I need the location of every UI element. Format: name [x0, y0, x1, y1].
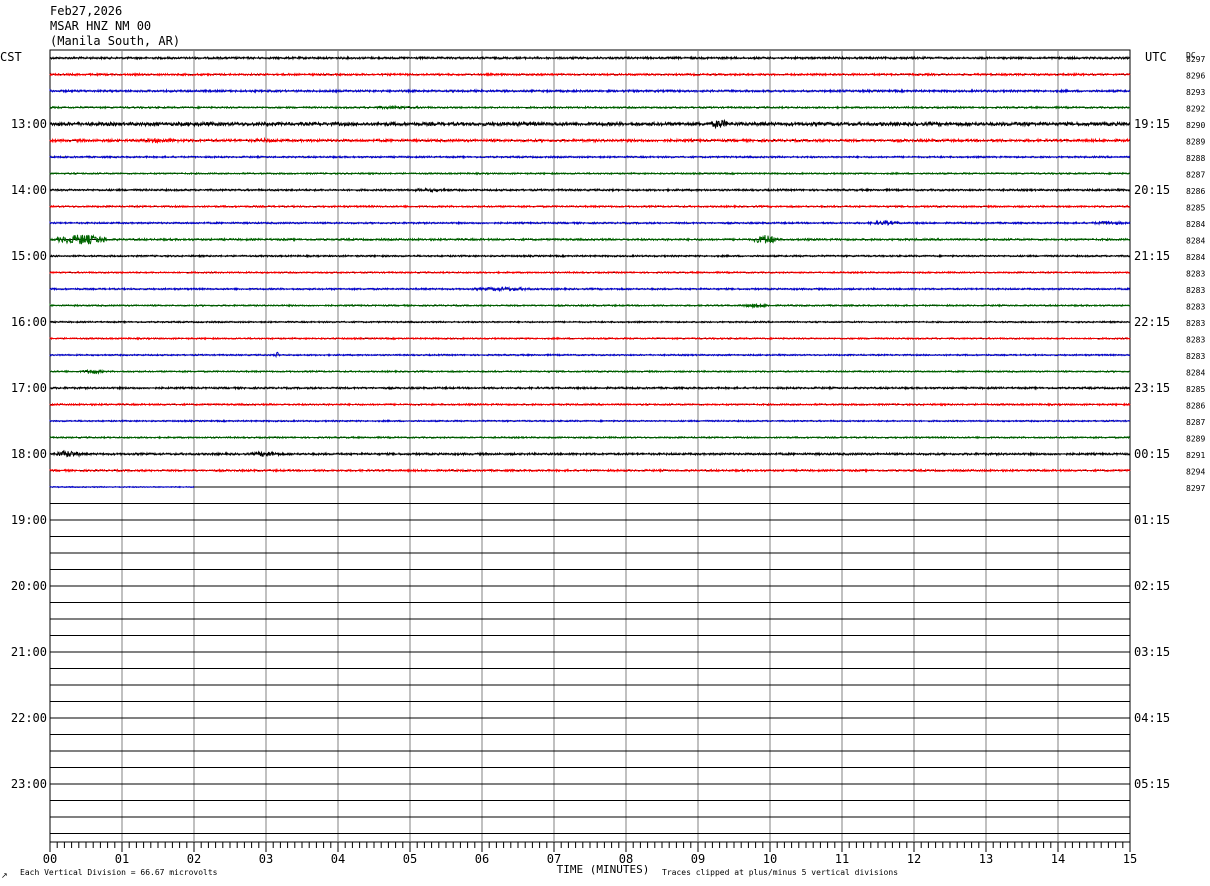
dc-offset-value: 8290 [1186, 121, 1205, 130]
x-tick-label: 01 [115, 852, 129, 866]
dc-offset-value: 8291 [1186, 451, 1205, 460]
cst-hour-label: 22:00 [11, 711, 47, 725]
utc-hour-label: 02:15 [1134, 579, 1170, 593]
utc-hour-label: 04:15 [1134, 711, 1170, 725]
cst-hour-label: 17:00 [11, 381, 47, 395]
dc-offset-value: 8283 [1186, 286, 1205, 295]
dc-offset-value: 8297 [1186, 484, 1205, 493]
utc-hour-label: 20:15 [1134, 183, 1170, 197]
trace-row-2 [49, 88, 1131, 94]
x-tick-label: 13 [979, 852, 993, 866]
x-tick-label: 00 [43, 852, 57, 866]
x-tick-label: 15 [1123, 852, 1137, 866]
dc-offset-value: 8287 [1186, 418, 1205, 427]
dc-offset-value: 8292 [1186, 105, 1205, 114]
utc-axis-label: UTC [1145, 50, 1167, 64]
trace-row-5 [49, 136, 1131, 145]
cst-hour-label: 13:00 [11, 117, 47, 131]
dc-offset-value: 8296 [1186, 72, 1205, 81]
cst-hour-label: 23:00 [11, 777, 47, 791]
utc-hour-label: 21:15 [1134, 249, 1170, 263]
x-tick-label: 09 [691, 852, 705, 866]
cst-hour-label: 14:00 [11, 183, 47, 197]
trace-row-11 [49, 234, 1131, 245]
trace-row-1 [49, 71, 1131, 78]
dc-offset-value: 8283 [1186, 352, 1205, 361]
trace-row-24 [49, 449, 1131, 458]
cst-hour-label: 21:00 [11, 645, 47, 659]
dc-offset-value: 8288 [1186, 154, 1205, 163]
trace-row-8 [49, 187, 1131, 194]
x-tick-label: 05 [403, 852, 417, 866]
trace-row-20 [49, 385, 1131, 391]
trace-row-9 [49, 204, 1131, 209]
trace-row-26 [49, 485, 195, 489]
dc-offset-value: 8283 [1186, 319, 1205, 328]
cst-hour-label: 15:00 [11, 249, 47, 263]
trace-row-12 [49, 253, 1131, 259]
cst-hour-label: 19:00 [11, 513, 47, 527]
trace-row-25 [49, 467, 1131, 474]
record-date: Feb27,2026 [50, 4, 123, 18]
dc-offset-value: 8294 [1186, 468, 1205, 477]
dc-offset-value: 8289 [1186, 138, 1205, 147]
dc-offset-value: 8284 [1186, 220, 1205, 229]
utc-hour-label: 01:15 [1134, 513, 1170, 527]
cst-axis-label: CST [0, 50, 22, 64]
utc-hour-label: 23:15 [1134, 381, 1170, 395]
dc-offset-value: 8293 [1186, 88, 1205, 97]
x-tick-label: 03 [259, 852, 273, 866]
x-tick-label: 11 [835, 852, 849, 866]
dc-offset-value: 8284 [1186, 253, 1205, 262]
cst-hour-label: 18:00 [11, 447, 47, 461]
dc-offset-value: 8286 [1186, 402, 1205, 411]
dc-offset-value: 8284 [1186, 369, 1205, 378]
x-tick-label: 14 [1051, 852, 1065, 866]
cst-hour-label: 20:00 [11, 579, 47, 593]
dc-offset-value: 8287 [1186, 171, 1205, 180]
x-tick-label: 10 [763, 852, 777, 866]
station-location: (Manila South, AR) [50, 34, 181, 48]
dc-offset-value: 8286 [1186, 187, 1205, 196]
plot-frame [49, 49, 1131, 843]
x-axis-title: TIME (MINUTES) [557, 863, 650, 876]
station-code: MSAR HNZ NM 00 [50, 19, 152, 33]
dc-offset-value: 8285 [1186, 204, 1205, 213]
dc-offset-value: 8289 [1186, 435, 1205, 444]
helicorder-chart: 00 01 02 03 04 05 06 07 08 09 10 11 12 13 14 1513:0014:… [0, 49, 1205, 880]
dc-offset-value: 8283 [1186, 303, 1205, 312]
dc-offset-value: 8285 [1186, 385, 1205, 394]
x-tick-label: 04 [331, 852, 345, 866]
utc-hour-label: 22:15 [1134, 315, 1170, 329]
utc-hour-label: 19:15 [1134, 117, 1170, 131]
trace-row-4 [49, 118, 1131, 130]
trace-row-6 [49, 154, 1131, 160]
trace-row-14 [49, 285, 1131, 293]
trace-row-18 [49, 351, 1131, 359]
trace-row-19 [49, 368, 1131, 375]
trace-row-3 [49, 104, 1131, 111]
vertical-division-note: Each Vertical Division = 66.67 microvolt… [20, 868, 218, 877]
cst-hour-label: 16:00 [11, 315, 47, 329]
x-tick-label: 06 [475, 852, 489, 866]
clipping-note: Traces clipped at plus/minus 5 vertical … [662, 868, 898, 877]
dc-offset-value: 8297 [1186, 55, 1205, 64]
x-tick-label: 02 [187, 852, 201, 866]
dc-offset-value: 8283 [1186, 270, 1205, 279]
trace-row-21 [49, 402, 1131, 407]
x-tick-label: 12 [907, 852, 921, 866]
dc-offset-value: 8283 [1186, 336, 1205, 345]
corner-mark-icon: ↗ [1, 871, 8, 880]
utc-hour-label: 00:15 [1134, 447, 1170, 461]
utc-hour-label: 03:15 [1134, 645, 1170, 659]
dc-offset-value: 8284 [1186, 237, 1205, 246]
utc-hour-label: 05:15 [1134, 777, 1170, 791]
